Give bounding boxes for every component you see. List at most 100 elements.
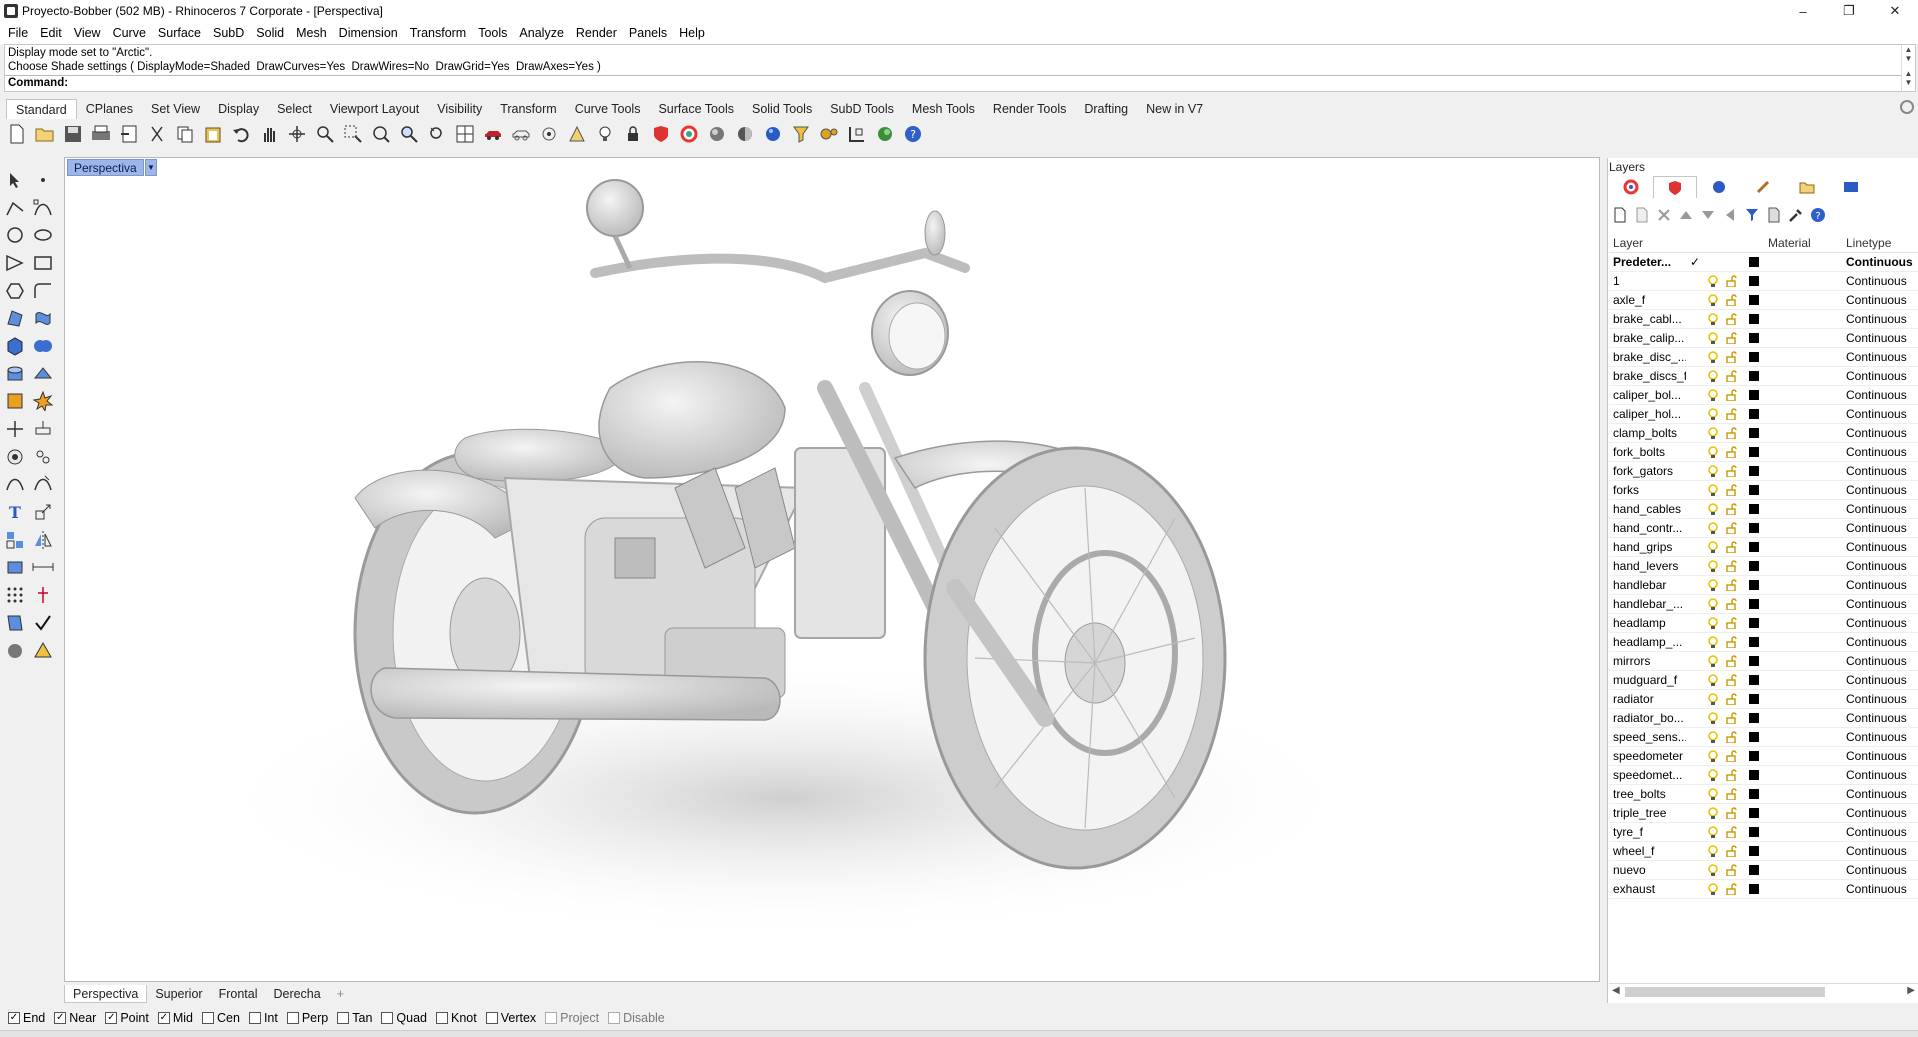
light-bulb-icon[interactable] (1704, 711, 1722, 725)
layer-name[interactable]: 1 (1609, 274, 1686, 288)
osnap-cen[interactable]: Cen (202, 1011, 240, 1025)
filter-icon[interactable] (1741, 205, 1763, 225)
unlocked-icon[interactable] (1722, 845, 1740, 857)
unlocked-icon[interactable] (1722, 446, 1740, 458)
layer-linetype[interactable]: Continuous (1846, 350, 1916, 364)
menu-panels[interactable]: Panels (623, 26, 673, 40)
layer-row[interactable]: clamp_bolts Continuous (1609, 424, 1918, 443)
layer-color-swatch[interactable] (1740, 561, 1768, 571)
light-bulb-icon[interactable] (1704, 673, 1722, 687)
checkbox[interactable] (485, 1012, 498, 1024)
layer-color-swatch[interactable] (1740, 846, 1768, 856)
layer-color-swatch[interactable] (1740, 580, 1768, 590)
car-render-icon[interactable] (482, 123, 504, 145)
layer-linetype[interactable]: Continuous (1846, 407, 1916, 421)
layer-linetype[interactable]: Continuous (1846, 312, 1916, 326)
render-icon[interactable] (4, 640, 26, 662)
gumball-icon[interactable] (32, 584, 54, 606)
layer-linetype[interactable]: Continuous (1846, 863, 1916, 877)
close-button[interactable]: ✕ (1872, 0, 1918, 22)
layer-row[interactable]: brake_cabl... Continuous (1609, 310, 1918, 329)
checkbox[interactable] (286, 1012, 299, 1024)
unlocked-icon[interactable] (1722, 712, 1740, 724)
viewport-tab-frontal[interactable]: Frontal (211, 985, 266, 1003)
light-bulb-icon[interactable] (1704, 350, 1722, 364)
menu-mesh[interactable]: Mesh (290, 26, 333, 40)
tab-transform[interactable]: Transform (491, 99, 566, 119)
menu-dimension[interactable]: Dimension (333, 26, 404, 40)
layer-name[interactable]: headlamp_... (1609, 635, 1686, 649)
dimension-icon[interactable] (32, 556, 54, 578)
tab-new-in-v7[interactable]: New in V7 (1137, 99, 1212, 119)
light-bulb-icon[interactable] (1704, 768, 1722, 782)
layer-color-swatch[interactable] (1740, 295, 1768, 305)
light-bulb-icon[interactable] (1704, 844, 1722, 858)
layer-name[interactable]: speedomet... (1609, 768, 1686, 782)
layer-row[interactable]: 1 Continuous (1609, 272, 1918, 291)
grid-snap-icon[interactable] (846, 123, 868, 145)
layer-linetype[interactable]: Continuous (1846, 882, 1916, 896)
light-bulb-icon[interactable] (1704, 654, 1722, 668)
column-header-material[interactable]: Material (1768, 236, 1846, 250)
polyline-icon[interactable] (4, 197, 26, 219)
light-bulb-icon[interactable] (1704, 274, 1722, 288)
layer-row[interactable]: forks Continuous (1609, 481, 1918, 500)
point-grid-icon[interactable] (4, 584, 26, 606)
layer-row[interactable]: nuevo Continuous (1609, 861, 1918, 880)
surface-from-points-icon[interactable] (4, 307, 26, 329)
layer-color-swatch[interactable] (1740, 390, 1768, 400)
scroll-up-icon[interactable]: ▲ (1905, 45, 1913, 54)
scroll-right-icon[interactable]: ▶ (1907, 985, 1915, 996)
display-tab-icon[interactable] (1829, 176, 1873, 198)
menu-help[interactable]: Help (673, 26, 711, 40)
mirror-icon[interactable] (32, 529, 54, 551)
checkbox[interactable] (545, 1012, 558, 1024)
import-icon[interactable] (118, 123, 140, 145)
layer-row[interactable]: handlebar Continuous (1609, 576, 1918, 595)
extrude-icon[interactable] (4, 363, 26, 385)
osnap-disable[interactable]: Disable (608, 1011, 665, 1025)
tab-visibility[interactable]: Visibility (428, 99, 491, 119)
layer-row[interactable]: caliper_bol... Continuous (1609, 386, 1918, 405)
layer-linetype[interactable]: Continuous (1846, 711, 1916, 725)
select-arrow-icon[interactable] (4, 169, 26, 191)
libraries-tab-icon[interactable] (1785, 176, 1829, 198)
trim-icon[interactable] (4, 473, 26, 495)
unlocked-icon[interactable] (1722, 560, 1740, 572)
unlocked-icon[interactable] (1722, 598, 1740, 610)
tab-set-view[interactable]: Set View (142, 99, 209, 119)
align-icon[interactable] (32, 418, 54, 440)
light-bulb-icon[interactable] (594, 123, 616, 145)
unlocked-icon[interactable] (1722, 351, 1740, 363)
checkbox[interactable]: ✓ (157, 1012, 170, 1024)
checkbox[interactable] (202, 1012, 214, 1024)
move-icon[interactable] (4, 418, 26, 440)
layer-row[interactable]: speed_sens... Continuous (1609, 728, 1918, 747)
layer-linetype[interactable]: Continuous (1846, 445, 1916, 459)
scroll-down-icon[interactable]: ▼ (1905, 78, 1913, 87)
tab-curve-tools[interactable]: Curve Tools (566, 99, 650, 119)
fillet-icon[interactable] (32, 280, 54, 302)
cap-icon[interactable] (4, 556, 26, 578)
layer-row[interactable]: tree_bolts Continuous (1609, 785, 1918, 804)
tab-solid-tools[interactable]: Solid Tools (743, 99, 821, 119)
unlocked-icon[interactable] (1722, 655, 1740, 667)
loft-icon[interactable] (32, 307, 54, 329)
light-bulb-icon[interactable] (1704, 882, 1722, 896)
osnap-int[interactable]: Int (248, 1011, 278, 1025)
osnap-quad[interactable]: Quad (381, 1011, 427, 1025)
layer-linetype[interactable]: Continuous (1846, 274, 1916, 288)
layer-color-swatch[interactable] (1740, 352, 1768, 362)
osnap-project[interactable]: Project (545, 1011, 599, 1025)
layer-color-swatch[interactable] (1740, 732, 1768, 742)
lock-icon[interactable] (622, 123, 644, 145)
layer-name[interactable]: mudguard_f (1609, 673, 1686, 687)
render-tab-icon[interactable] (1697, 176, 1741, 198)
layer-name[interactable]: wheel_f (1609, 844, 1686, 858)
menu-solid[interactable]: Solid (250, 26, 290, 40)
menu-subd[interactable]: SubD (207, 26, 250, 40)
checkbox[interactable] (248, 1012, 261, 1024)
layer-color-swatch[interactable] (1740, 751, 1768, 761)
layer-linetype[interactable]: Continuous (1846, 825, 1916, 839)
osnap-point[interactable]: ✓ Point (105, 1011, 149, 1025)
